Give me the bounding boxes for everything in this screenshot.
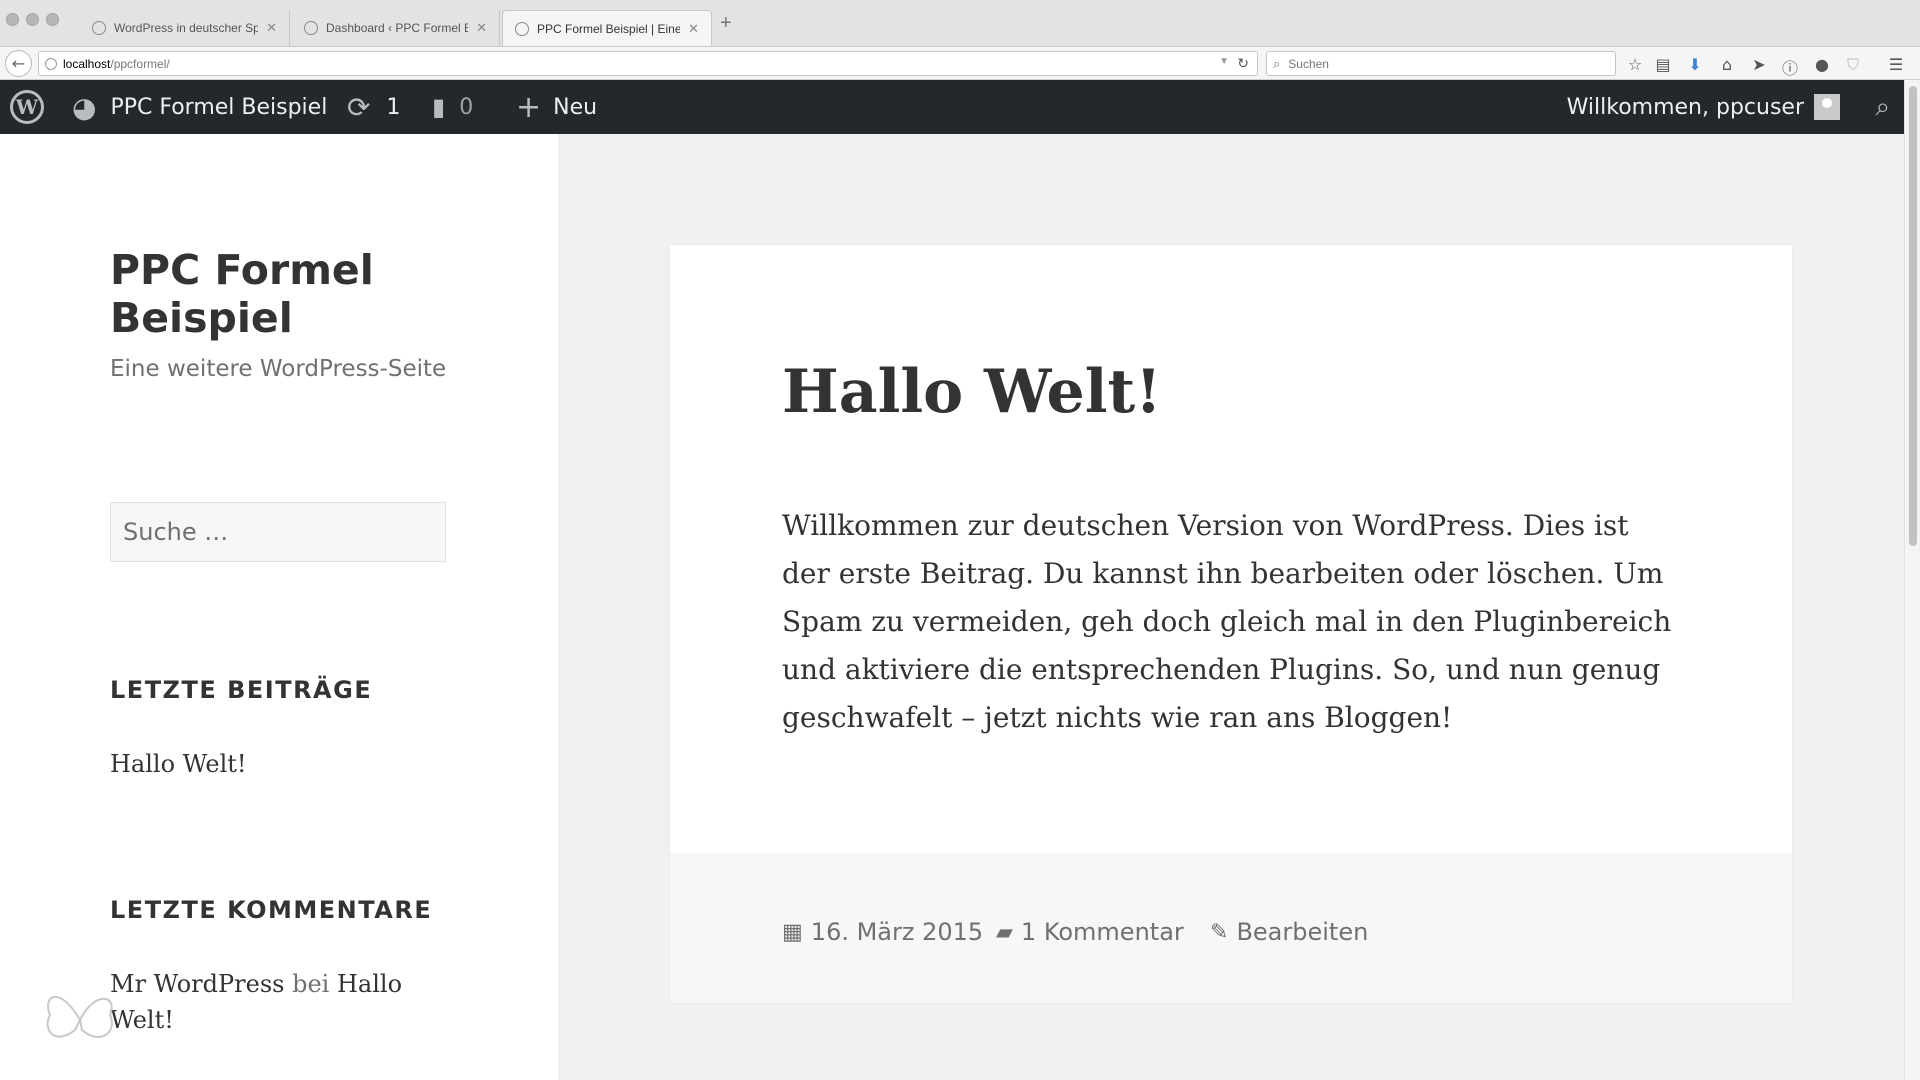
scrollbar-thumb[interactable] xyxy=(1909,86,1917,546)
my-account-menu[interactable]: Willkommen, ppcuser xyxy=(1567,80,1840,134)
post-comments-link[interactable]: ▰ 1 Kommentar xyxy=(996,918,1184,946)
comment-bubble-icon: ▰ xyxy=(996,919,1013,945)
tab-close-icon[interactable]: ✕ xyxy=(476,20,487,36)
tab-close-icon[interactable]: ✕ xyxy=(266,20,277,36)
dashboard-gauge-icon: ◕ xyxy=(72,90,97,124)
reload-icon[interactable]: ↻ xyxy=(1237,55,1249,72)
site-title[interactable]: PPC Formel Beispiel xyxy=(110,246,490,342)
recent-comment-item: Mr WordPress bei Hallo Welt! xyxy=(110,966,430,1038)
browser-search-input[interactable]: ⌕ Suchen xyxy=(1266,51,1616,76)
post-edit-link[interactable]: ✎ Bearbeiten xyxy=(1210,918,1368,946)
post-date[interactable]: ▦ 16. März 2015 xyxy=(782,918,983,946)
calendar-icon: ▦ xyxy=(782,919,803,945)
tab-close-icon[interactable]: ✕ xyxy=(688,21,699,37)
new-content-menu[interactable]: + Neu xyxy=(516,80,597,134)
browser-tab-2[interactable]: Dashboard ‹ PPC Formel B... ✕ xyxy=(292,10,500,46)
post-comments-label: 1 Kommentar xyxy=(1020,918,1184,946)
site-identity-icon xyxy=(45,57,57,70)
post-date-label: 16. März 2015 xyxy=(810,918,984,946)
globe-favicon-icon xyxy=(515,21,529,36)
url-path: /ppcformel/ xyxy=(110,56,170,71)
reading-list-icon[interactable]: ▤ xyxy=(1653,55,1673,74)
greeting-label: Willkommen, ppcuser xyxy=(1566,94,1804,120)
browser-tab-bar: WordPress in deutscher Spr... ✕ Dashboar… xyxy=(0,0,1920,47)
browser-tab-3-active[interactable]: PPC Formel Beispiel | Eine ... ✕ xyxy=(502,10,712,46)
tab-title: WordPress in deutscher Spr... xyxy=(114,21,259,35)
site-name-menu[interactable]: ◕ PPC Formel Beispiel xyxy=(72,80,327,134)
wordpress-favicon-icon xyxy=(92,21,106,35)
plus-icon: + xyxy=(516,89,542,125)
post-article: Hallo Welt! Willkommen zur deutschen Ver… xyxy=(670,245,1792,1003)
shield-icon[interactable]: ⛉ xyxy=(1843,55,1863,75)
updates-icon: ⟳ xyxy=(347,90,371,124)
new-tab-button[interactable]: + xyxy=(720,12,732,35)
post-title[interactable]: Hallo Welt! xyxy=(782,357,1162,427)
post-edit-label: Bearbeiten xyxy=(1236,918,1369,946)
browser-search-placeholder: Suchen xyxy=(1288,56,1329,71)
download-icon[interactable]: ⬇ xyxy=(1685,55,1705,74)
site-tagline: Eine weitere WordPress-Seite xyxy=(110,356,447,382)
url-history-dropdown-icon[interactable]: ▼ xyxy=(1219,56,1229,67)
search-placeholder: Suche … xyxy=(123,518,229,546)
globe-favicon-icon xyxy=(304,21,318,35)
tab-title: Dashboard ‹ PPC Formel B... xyxy=(326,21,469,35)
wp-admin-bar: W ◕ PPC Formel Beispiel ⟳ 1 ▮ 0 + Neu Wi… xyxy=(0,80,1904,134)
back-button[interactable]: ← xyxy=(5,50,32,77)
tab-title: PPC Formel Beispiel | Eine ... xyxy=(537,21,681,36)
comment-author-link[interactable]: Mr WordPress xyxy=(110,970,284,998)
admin-search-button[interactable]: ⌕ xyxy=(1875,80,1890,134)
recent-comments-title: LETZTE KOMMENTARE xyxy=(110,896,433,924)
info-icon[interactable]: ⓘ xyxy=(1780,55,1800,79)
window-minimize-button[interactable] xyxy=(26,13,39,26)
pencil-icon: ✎ xyxy=(1210,919,1229,945)
butterfly-watermark-icon xyxy=(46,995,113,1038)
url-host: localhost xyxy=(63,56,111,71)
post-meta-footer: ▦ 16. März 2015 ▰ 1 Kommentar ✎ Bearbeit… xyxy=(670,853,1792,1003)
comments-count: 0 xyxy=(459,94,474,120)
window-zoom-button[interactable] xyxy=(46,13,59,26)
new-label: Neu xyxy=(553,94,598,120)
search-input[interactable]: Suche … xyxy=(110,502,446,562)
sidebar: PPC Formel Beispiel Eine weitere WordPre… xyxy=(0,134,559,1080)
window-close-button[interactable] xyxy=(6,13,19,26)
comment-bubble-icon: ▮ xyxy=(432,93,446,121)
bookmark-star-icon[interactable]: ☆ xyxy=(1625,55,1645,74)
recent-post-link[interactable]: Hallo Welt! xyxy=(110,746,247,782)
browser-tab-1[interactable]: WordPress in deutscher Spr... ✕ xyxy=(80,10,290,46)
recent-posts-title: LETZTE BEITRÄGE xyxy=(110,676,373,704)
avatar xyxy=(1814,94,1840,120)
wordpress-logo-icon: W xyxy=(10,90,44,124)
chat-icon[interactable]: ● xyxy=(1812,55,1832,74)
arrow-left-icon: ← xyxy=(11,54,26,73)
updates-menu[interactable]: ⟳ 1 xyxy=(347,80,400,134)
wp-logo-menu[interactable]: W xyxy=(10,80,44,134)
send-icon[interactable]: ➤ xyxy=(1749,55,1769,74)
menu-icon[interactable]: ☰ xyxy=(1886,55,1906,74)
browser-nav-bar: ← localhost/ppcformel/ ▼ ↻ ⌕ Suchen ☆ ▤ … xyxy=(0,47,1920,80)
updates-count: 1 xyxy=(386,94,401,120)
home-icon[interactable]: ⌂ xyxy=(1717,55,1737,74)
comment-connector: bei xyxy=(292,970,330,998)
page-scrollbar[interactable] xyxy=(1904,80,1920,1080)
post-content: Willkommen zur deutschen Version von Wor… xyxy=(782,509,1672,734)
search-icon: ⌕ xyxy=(1875,91,1890,122)
comments-menu[interactable]: ▮ 0 xyxy=(432,80,473,134)
search-icon: ⌕ xyxy=(1273,55,1281,71)
site-name-label: PPC Formel Beispiel xyxy=(110,94,328,120)
url-bar[interactable]: localhost/ppcformel/ ▼ ↻ xyxy=(38,51,1258,76)
